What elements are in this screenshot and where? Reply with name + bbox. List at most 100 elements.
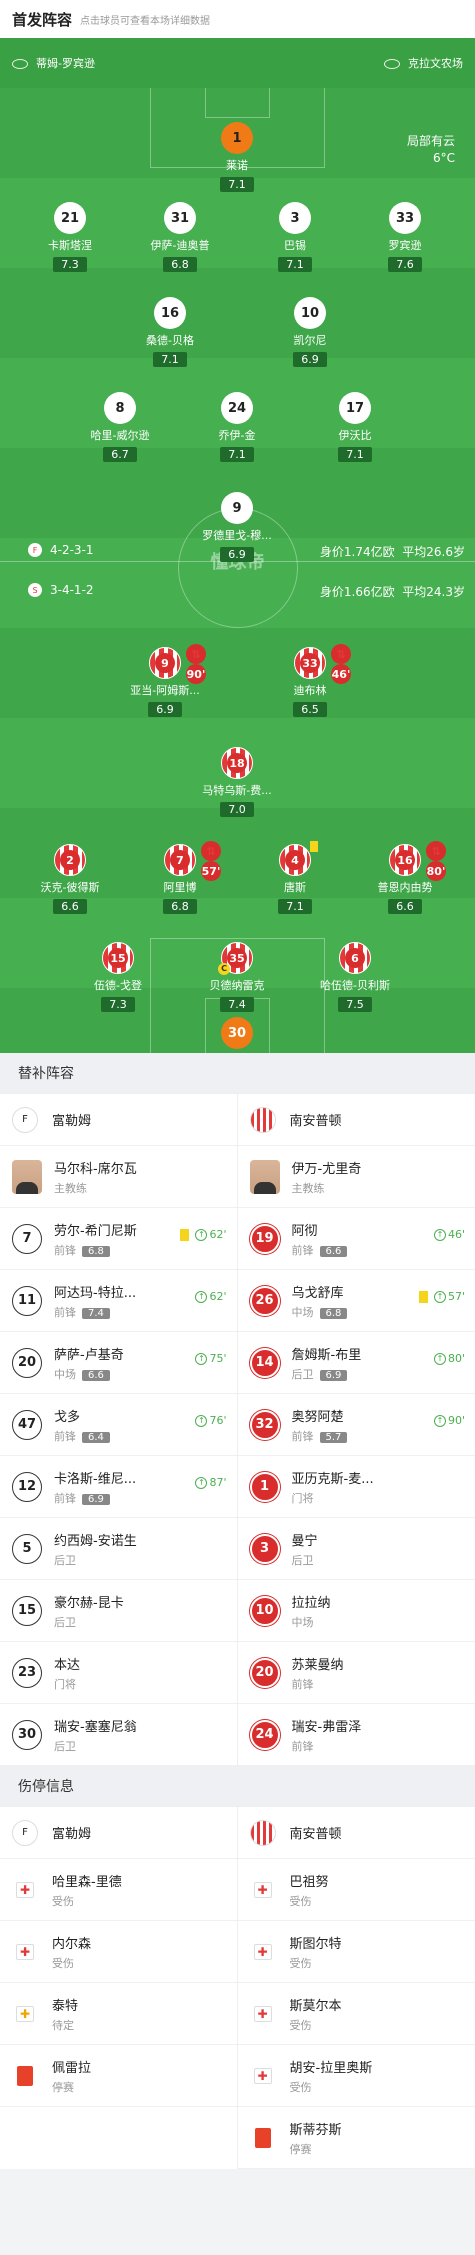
- sub-player-row[interactable]: 32 奥努阿楚 前锋 5.7 ↑ 90': [237, 1394, 475, 1456]
- sub-player-row[interactable]: 14 詹姆斯-布里 后卫 6.9 ↑ 80': [237, 1332, 475, 1394]
- rating-value: 6.9: [301, 353, 319, 366]
- player-name: 内尔森: [52, 1936, 92, 1952]
- pitch-player[interactable]: 1 莱诺 7.1: [177, 122, 297, 192]
- player-number: 19: [249, 1223, 280, 1254]
- sub-player-row[interactable]: 5 约西姆-安诺生 后卫: [0, 1518, 237, 1580]
- pitch-player[interactable]: 24 乔伊-金 7.1: [177, 392, 297, 462]
- fulham-crest-icon: F: [28, 543, 42, 557]
- sub-player-row[interactable]: 11 阿达玛-特拉... 前锋 7.4 ↑ 62': [0, 1270, 237, 1332]
- pitch-player[interactable]: 10 凯尔尼 6.9: [250, 297, 370, 367]
- player-name: 阿达玛-特拉...: [54, 1285, 137, 1301]
- number-text: 9: [155, 653, 175, 673]
- page-subtitle: 点击球员可查看本场详细数据: [80, 15, 211, 27]
- sub-on-info: ↑ 75': [195, 1352, 227, 1365]
- player-rating: 7.1: [220, 447, 254, 462]
- player-name: 哈里-威尔逊: [90, 429, 150, 442]
- pitch-player[interactable]: 17 伊沃比 7.1: [295, 392, 415, 462]
- home-coach-row[interactable]: 马尔科-席尔瓦 主教练: [0, 1146, 237, 1208]
- home-team-row[interactable]: F 富勒姆: [0, 1094, 237, 1146]
- sub-player-row[interactable]: 20 苏莱曼纳 前锋: [237, 1642, 475, 1704]
- injury-row[interactable]: ✚ 斯莫尔本 受伤: [237, 1983, 475, 2045]
- pitch-player[interactable]: 2 沃克-彼得斯 6.6: [10, 844, 130, 914]
- rating-wrap: 7.1: [177, 173, 297, 192]
- pitch-player[interactable]: 15 伍德-戈登 7.3: [58, 942, 178, 1012]
- red-card-shape: [17, 2065, 33, 2086]
- pitch-player[interactable]: 8 哈里-威尔逊 6.7: [60, 392, 180, 462]
- player-name: 萨萨-卢基奇: [54, 1347, 124, 1363]
- injury-row[interactable]: ✚ 斯图尔特 受伤: [237, 1921, 475, 1983]
- number-text: 33: [300, 653, 320, 673]
- sub-player-row[interactable]: 19 阿彻 前锋 6.6 ↑ 46': [237, 1208, 475, 1270]
- pitch-player[interactable]: 21 卡斯塔涅 7.3: [10, 202, 130, 272]
- player-rating: 6.9: [148, 702, 182, 717]
- number-text: 6: [345, 948, 365, 968]
- pitch-player[interactable]: 6 哈伍德-贝利斯 7.5: [295, 942, 415, 1012]
- position-text: 前锋: [54, 1243, 76, 1257]
- away-formation: S 3-4-1-2: [28, 583, 94, 597]
- injury-row[interactable]: 斯蒂芬斯 停赛: [237, 2107, 475, 2169]
- injury-row[interactable]: ✚ 内尔森 受伤: [0, 1921, 237, 1983]
- sub-player-row[interactable]: 26 乌戈舒库 中场 6.8 ↑ 57': [237, 1270, 475, 1332]
- sub-player-row[interactable]: 15 豪尔赫-昆卡 后卫: [0, 1580, 237, 1642]
- rating-wrap: 7.0: [177, 798, 297, 817]
- away-coach-row[interactable]: 伊万-尤里奇 主教练: [237, 1146, 475, 1208]
- pitch-player[interactable]: 30拉姆斯代尔⭐7.8: [177, 1017, 297, 1053]
- injury-grid: F 富勒姆 ✚ 哈里森-里德 受伤 ✚ 内尔森 受伤 ✚ 泰特 待定 佩雷拉 停赛 南安普顿 ✚ 巴祖努…: [0, 1806, 475, 2169]
- injury-row[interactable]: ✚ 泰特 待定: [0, 1983, 237, 2045]
- injury-row[interactable]: ✚ 哈里森-里德 受伤: [0, 1859, 237, 1921]
- pitch-player[interactable]: 7 ⇅ 57' 阿里博 6.8: [120, 841, 240, 914]
- substitution-badge: ⇅ 46': [331, 644, 353, 684]
- away-team-row[interactable]: 南安普顿: [237, 1094, 475, 1146]
- injury-row[interactable]: 佩雷拉 停赛: [0, 2045, 237, 2107]
- rating-wrap: 7.1: [295, 443, 415, 462]
- player-number: 8: [104, 392, 136, 424]
- sub-player-row[interactable]: 12 卡洛斯-维尼... 前锋 6.9 ↑ 87': [0, 1456, 237, 1518]
- weather: 局部有云 6°C: [406, 134, 455, 165]
- player-number: 9 ⇅ 90': [149, 644, 206, 684]
- injury-info: 斯莫尔本 受伤: [290, 1995, 342, 2033]
- pitch-player[interactable]: 9 ⇅ 90' 亚当-阿姆斯... 6.9: [105, 644, 225, 717]
- pitch-player[interactable]: 35 C 贝德纳雷克 7.4: [177, 942, 297, 1012]
- rating-wrap: 7.3: [58, 993, 178, 1012]
- sub-player-row[interactable]: 3 曼宁 后卫: [237, 1518, 475, 1580]
- player-rating: 6.9: [220, 547, 254, 562]
- pitch-player[interactable]: 18 马特乌斯-费... 7.0: [177, 747, 297, 817]
- pitch-player[interactable]: 33 ⇅ 46' 迪布林 6.5: [250, 644, 370, 717]
- rating-wrap: 6.9: [105, 698, 225, 717]
- player-info: 拉拉纳 中场: [292, 1592, 331, 1630]
- injury-row[interactable]: ✚ 巴祖努 受伤: [237, 1859, 475, 1921]
- position-text: 前锋: [54, 1305, 76, 1319]
- pitch-player[interactable]: 33 罗宾逊 7.6: [345, 202, 465, 272]
- player-name: 凯尔尼: [293, 334, 327, 347]
- pitch-player[interactable]: 4 唐斯 7.1: [235, 841, 355, 914]
- home-team-row[interactable]: F 富勒姆: [0, 1807, 237, 1859]
- player-number: 17: [339, 392, 371, 424]
- pitch-player[interactable]: 16 ⇅ 80' 普恩内由势 6.6: [345, 841, 465, 914]
- sub-player-row[interactable]: 1 亚历克斯-麦... 门将: [237, 1456, 475, 1518]
- rating-value: 7.1: [286, 258, 304, 271]
- sub-on-info: ↑ 46': [433, 1228, 465, 1241]
- pitch-player[interactable]: 16 桑德-贝格 7.1: [110, 297, 230, 367]
- player-number: 30: [12, 1719, 42, 1750]
- away-team-row[interactable]: 南安普顿: [237, 1807, 475, 1859]
- player-number: 5: [12, 1533, 42, 1564]
- position-text: 后卫: [54, 1553, 76, 1567]
- position-text: 前锋: [291, 1243, 314, 1257]
- medical-kit-shape: ✚: [253, 2067, 272, 2084]
- sub-player-row[interactable]: 30 瑞安-塞塞尼翁 后卫: [0, 1704, 237, 1766]
- pitch-player[interactable]: 9 罗德里戈-穆... 6.9: [177, 492, 297, 562]
- player-name: 罗宾逊: [388, 239, 422, 252]
- sub-player-row[interactable]: 20 萨萨-卢基奇 中场 6.6 ↑ 75': [0, 1332, 237, 1394]
- sub-time: 62': [209, 1290, 227, 1303]
- sub-player-row[interactable]: 7 劳尔-希门尼斯 前锋 6.8 ↑ 62': [0, 1208, 237, 1270]
- sub-player-row[interactable]: 47 戈多 前锋 6.4 ↑ 76': [0, 1394, 237, 1456]
- sub-player-row[interactable]: 24 瑞安-弗雷泽 前锋: [237, 1704, 475, 1766]
- sub-on-info: ↑ 62': [195, 1290, 227, 1303]
- pitch-player[interactable]: 3 巴锡 7.1: [235, 202, 355, 272]
- sub-player-row[interactable]: 23 本达 门将: [0, 1642, 237, 1704]
- pitch-player[interactable]: 31 伊萨-迪奥普 6.8: [120, 202, 240, 272]
- sub-player-row[interactable]: 10 拉拉纳 中场: [237, 1580, 475, 1642]
- player-rating: 6.6: [82, 1369, 110, 1381]
- injury-row[interactable]: ✚ 胡安-拉里奥斯 受伤: [237, 2045, 475, 2107]
- position-text: 前锋: [291, 1429, 314, 1443]
